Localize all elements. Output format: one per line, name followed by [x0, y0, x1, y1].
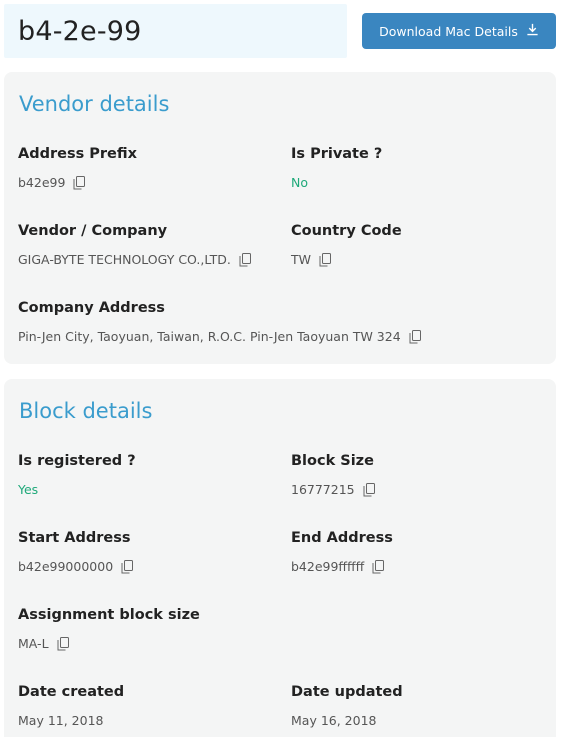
is-registered-field: Is registered ? Yes	[18, 453, 136, 497]
vendor-details-title: Vendor details	[19, 92, 170, 116]
start-address-value: b42e99000000	[18, 559, 114, 574]
vendor-company-label: Vendor / Company	[18, 223, 168, 239]
is-registered-label: Is registered ?	[18, 453, 136, 469]
country-code-label: Country Code	[291, 223, 402, 239]
end-address-field: End Address b42e99ffffff	[291, 530, 393, 574]
copy-icon[interactable]	[239, 252, 251, 267]
copy-icon[interactable]	[409, 329, 421, 344]
is-private-label: Is Private ?	[291, 146, 383, 162]
download-icon	[526, 23, 539, 39]
date-updated-field: Date updated May 16, 2018	[291, 684, 403, 728]
address-prefix-value: b42e99	[18, 175, 66, 190]
address-prefix-field: Address Prefix b42e99	[18, 146, 137, 190]
assignment-block-size-value: MA-L	[18, 636, 49, 651]
vendor-details-card: Vendor details Address Prefix b42e99 Is …	[4, 72, 556, 364]
copy-icon[interactable]	[73, 175, 86, 190]
copy-icon[interactable]	[372, 559, 385, 574]
date-updated-value: May 16, 2018	[291, 713, 377, 728]
mac-header: b4-2e-99	[4, 4, 347, 58]
assignment-block-size-label: Assignment block size	[18, 607, 200, 623]
copy-icon[interactable]	[57, 636, 69, 651]
block-size-value: 16777215	[291, 482, 355, 497]
is-private-value: No	[291, 175, 308, 190]
block-size-label: Block Size	[291, 453, 374, 469]
block-size-field: Block Size 16777215	[291, 453, 375, 497]
vendor-company-field: Vendor / Company GIGA-BYTE TECHNOLOGY CO…	[18, 223, 251, 267]
company-address-field: Company Address Pin-Jen City, Taoyuan, T…	[18, 300, 421, 344]
is-registered-value: Yes	[18, 482, 39, 497]
copy-icon[interactable]	[319, 252, 331, 267]
page-title: b4-2e-99	[18, 16, 142, 47]
assignment-block-size-field: Assignment block size MA-L	[18, 607, 200, 651]
start-address-label: Start Address	[18, 530, 131, 546]
date-created-value: May 11, 2018	[18, 713, 104, 728]
download-button-label: Download Mac Details	[379, 23, 518, 39]
vendor-company-value: GIGA-BYTE TECHNOLOGY CO.,LTD.	[18, 252, 231, 267]
end-address-label: End Address	[291, 530, 393, 546]
address-prefix-label: Address Prefix	[18, 146, 137, 162]
date-created-label: Date created	[18, 684, 125, 700]
end-address-value: b42e99ffffff	[291, 559, 365, 574]
date-updated-label: Date updated	[291, 684, 403, 700]
country-code-value: TW	[291, 252, 311, 267]
company-address-value: Pin-Jen City, Taoyuan, Taiwan, R.O.C. Pi…	[18, 329, 401, 344]
company-address-label: Company Address	[18, 300, 165, 316]
block-details-title: Block details	[19, 399, 153, 423]
copy-icon[interactable]	[121, 559, 134, 574]
start-address-field: Start Address b42e99000000	[18, 530, 134, 574]
is-private-field: Is Private ? No	[291, 146, 382, 190]
download-mac-details-button[interactable]: Download Mac Details	[362, 13, 556, 49]
copy-icon[interactable]	[363, 482, 375, 497]
country-code-field: Country Code TW	[291, 223, 402, 267]
date-created-field: Date created May 11, 2018	[18, 684, 124, 728]
block-details-card: Block details Is registered ? Yes Block …	[4, 379, 556, 737]
